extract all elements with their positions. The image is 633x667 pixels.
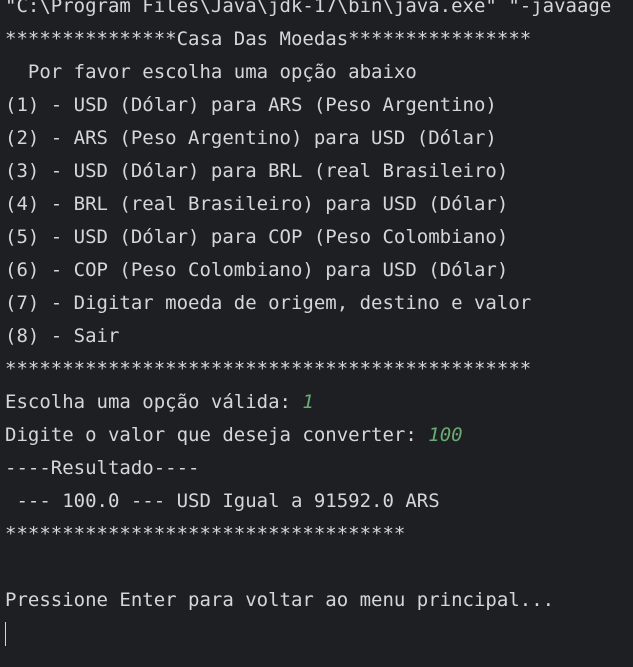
menu-prompt: Por favor escolha uma opção abaixo (5, 61, 417, 83)
menu-option-3: (3) - USD (Dólar) para BRL (real Brasile… (5, 160, 509, 182)
menu-option-5: (5) - USD (Dólar) para COP (Peso Colombi… (5, 226, 509, 248)
menu-option-2: (2) - ARS (Peso Argentino) para USD (Dól… (5, 127, 497, 149)
amount-line: Digite o valor que deseja converter: 100 (5, 419, 633, 452)
choice-input-value: 1 (302, 391, 314, 413)
amount-input-value: 100 (428, 424, 463, 446)
menu-header: ***************Casa Das Moedas**********… (5, 28, 532, 50)
menu-option-7: (7) - Digitar moeda de origem, destino e… (5, 292, 532, 314)
enter-prompt: Pressione Enter para voltar ao menu prin… (5, 589, 555, 611)
input-line[interactable] (5, 617, 633, 650)
run-console-output[interactable]: "C:\Program Files\Java\jdk-17\bin\java.e… (0, 0, 633, 667)
menu-option-8: (8) - Sair (5, 325, 120, 347)
amount-label: Digite o valor que deseja converter: (5, 424, 429, 446)
result-header: ----Resultado---- (5, 457, 200, 479)
text-caret (5, 621, 6, 646)
menu-option-6: (6) - COP (Peso Colombiano) para USD (Dó… (5, 259, 509, 281)
menu-separator: ****************************************… (5, 358, 532, 380)
menu-option-4: (4) - BRL (real Brasileiro) para USD (Dó… (5, 193, 509, 215)
menu-option-1: (1) - USD (Dólar) para ARS (Peso Argenti… (5, 94, 497, 116)
choice-label: Escolha uma opção válida: (5, 391, 303, 413)
result-separator: *********************************** (5, 523, 406, 545)
choice-line: Escolha uma opção válida: 1 (5, 386, 633, 419)
command-line: "C:\Program Files\Java\jdk-17\bin\java.e… (5, 0, 612, 17)
result-line: --- 100.0 --- USD Igual a 91592.0 ARS (5, 490, 440, 512)
